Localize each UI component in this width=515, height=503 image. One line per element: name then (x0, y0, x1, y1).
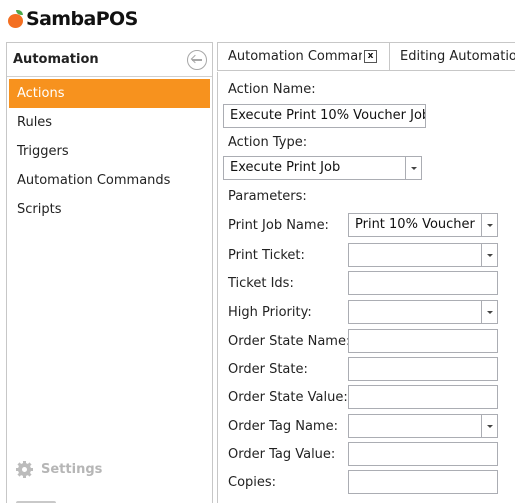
app-header: SambaPOS (0, 0, 515, 42)
sidebar-item-automation-commands[interactable]: Automation Commands (9, 166, 210, 195)
order-state-input[interactable] (348, 357, 498, 381)
order-tag-value-label: Order Tag Value: (228, 447, 336, 462)
high-priority-label: High Priority: (228, 305, 312, 320)
sidebar-title: Automation (13, 52, 99, 67)
tab-label: Editing Automation Action (400, 49, 515, 64)
gear-icon (16, 461, 33, 478)
high-priority-select[interactable] (348, 300, 498, 324)
chevron-down-icon[interactable] (405, 157, 421, 179)
chevron-down-icon[interactable] (481, 415, 497, 437)
chevron-down-icon[interactable] (481, 244, 497, 266)
sidebar-item-scripts[interactable]: Scripts (9, 195, 210, 224)
sidebar-item-triggers[interactable]: Triggers (9, 137, 210, 166)
order-tag-value-input[interactable] (348, 442, 498, 466)
settings-label: Settings (41, 462, 103, 477)
order-tag-name-label: Order Tag Name: (228, 419, 338, 434)
sidebar-header: Automation (7, 43, 212, 77)
document-tabs: Automation Commands x Editing Automation… (217, 42, 515, 71)
order-state-value-input[interactable] (348, 385, 498, 409)
apple-logo-icon (8, 10, 24, 28)
print-job-name-label: Print Job Name: (228, 218, 329, 233)
sambapos-logo: SambaPOS (8, 8, 138, 30)
print-job-name-select[interactable]: Print 10% Voucher (348, 213, 498, 237)
order-state-name-input[interactable] (348, 329, 498, 353)
print-ticket-label: Print Ticket: (228, 248, 305, 263)
ticket-ids-label: Ticket Ids: (228, 276, 294, 291)
close-icon[interactable]: x (364, 50, 377, 63)
back-arrow-icon[interactable] (187, 50, 207, 70)
order-tag-name-select[interactable] (348, 414, 498, 438)
sidebar-item-actions[interactable]: Actions (9, 79, 210, 108)
action-editor-form: Action Name: Execute Print 10% Voucher J… (217, 72, 515, 503)
action-type-label: Action Type: (228, 135, 308, 150)
settings-button[interactable]: Settings (16, 461, 102, 478)
parameters-label: Parameters: (228, 189, 307, 204)
order-state-value-label: Order State Value: (228, 390, 348, 405)
sidebar-nav: Actions Rules Triggers Automation Comman… (7, 79, 212, 224)
print-job-name-value: Print 10% Voucher (355, 217, 475, 232)
tab-editing-automation-action[interactable]: Editing Automation Action (390, 42, 515, 71)
action-type-value: Execute Print Job (230, 160, 341, 175)
copies-label: Copies: (228, 475, 277, 490)
print-ticket-select[interactable] (348, 243, 498, 267)
copies-input[interactable] (348, 470, 498, 494)
action-name-input[interactable]: Execute Print 10% Voucher Job (223, 104, 426, 128)
tab-label: Automation Commands (228, 49, 362, 64)
action-name-label: Action Name: (228, 82, 316, 97)
logo-text: SambaPOS (26, 8, 138, 30)
tab-automation-commands[interactable]: Automation Commands x (217, 42, 390, 71)
action-type-select[interactable]: Execute Print Job (223, 156, 422, 180)
order-state-name-label: Order State Name: (228, 334, 351, 349)
ticket-ids-input[interactable] (348, 271, 498, 295)
chevron-down-icon[interactable] (481, 214, 497, 236)
automation-sidebar: Automation Actions Rules Triggers Automa… (6, 42, 213, 503)
order-state-label: Order State: (228, 362, 308, 377)
cropped-menu-item (16, 495, 76, 503)
chevron-down-icon[interactable] (481, 301, 497, 323)
sidebar-item-rules[interactable]: Rules (9, 108, 210, 137)
